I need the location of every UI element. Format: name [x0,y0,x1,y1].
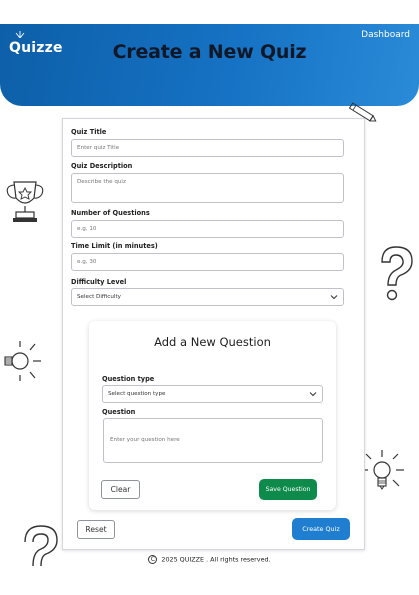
quiz-description-label: Quiz Description [71,162,133,170]
question-mark-doodle-icon [381,246,413,301]
chevron-down-icon [330,295,338,300]
quiz-description-textarea[interactable] [71,173,344,203]
time-limit-input[interactable] [71,253,344,271]
trophy-icon [6,181,44,222]
question-textarea[interactable] [103,418,323,463]
difficulty-select[interactable]: Select Difficulty [71,288,344,306]
lightbulb-right-icon [362,450,404,490]
question-label: Question [102,408,136,416]
dashboard-link[interactable]: Dashboard [361,30,410,40]
add-question-card: Add a New Question Question type Select … [89,321,336,510]
num-questions-label: Number of Questions [71,209,150,217]
difficulty-label: Difficulty Level [71,278,127,286]
footer-text: 2025 QUIZZE . All rights reserved. [161,555,271,564]
create-quiz-button[interactable]: Create Quiz [292,518,350,540]
top-strip [0,0,419,24]
quiz-form-card: Quiz Title Quiz Description Number of Qu… [62,118,365,550]
question-mark-bottom-icon [24,525,58,567]
quiz-title-label: Quiz Title [71,128,107,136]
header-banner [0,24,419,106]
copyright-icon: C [148,555,158,564]
time-limit-label: Time Limit (in minutes) [71,242,158,250]
page-title: Create a New Quiz [112,41,307,63]
question-type-label: Question type [102,375,155,383]
add-question-title: Add a New Question [154,335,271,349]
lightbulb-left-icon [4,341,41,381]
footer: C 2025 QUIZZE . All rights reserved. [0,555,419,564]
reset-button[interactable]: Reset [77,520,115,539]
num-questions-input[interactable] [71,220,344,238]
difficulty-selected-value: Select Difficulty [77,294,121,300]
question-type-selected-value: Select question type [108,391,166,397]
question-type-select[interactable]: Select question type [102,385,323,403]
clear-button[interactable]: Clear [101,480,140,499]
chevron-down-icon [309,392,317,397]
logo-spark-icon [15,31,25,38]
save-question-button[interactable]: Save Question [259,479,317,500]
quiz-title-input[interactable] [71,139,344,157]
